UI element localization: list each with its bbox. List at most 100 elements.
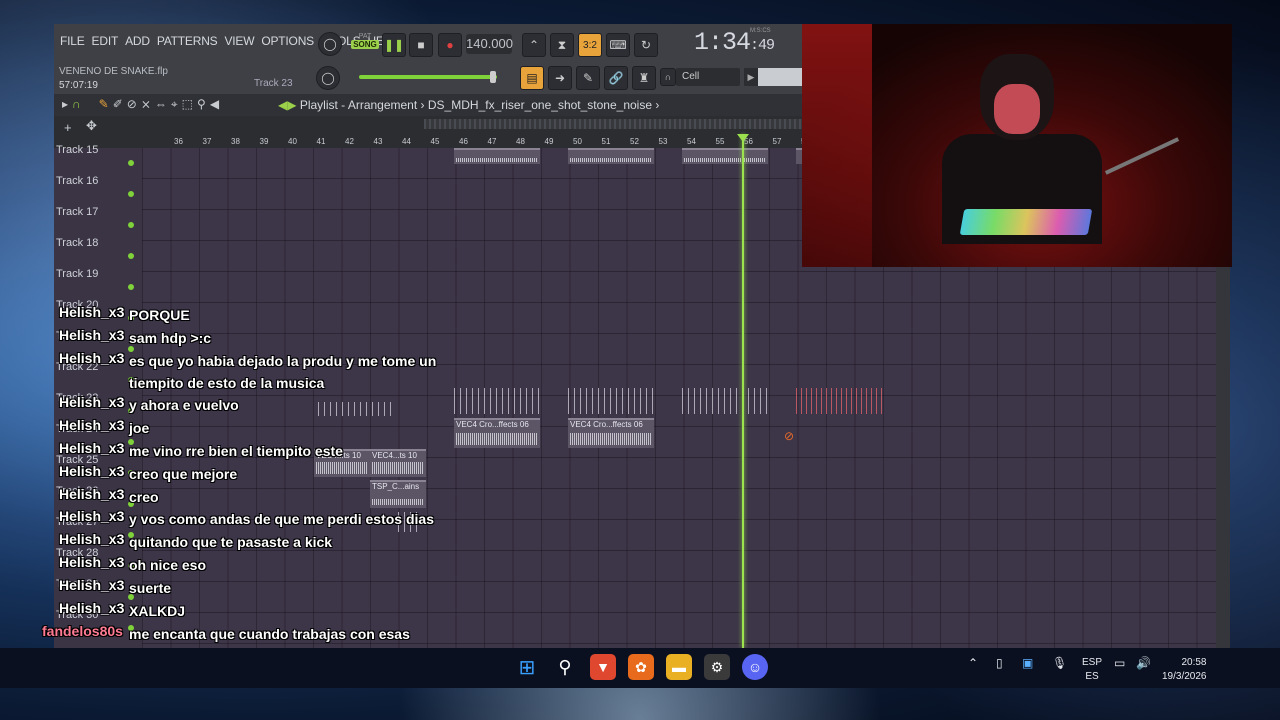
next-arrow-icon[interactable]: ➜	[548, 66, 572, 90]
track-label[interactable]: Track 17	[56, 206, 98, 218]
pause-icon[interactable]: ❚❚	[382, 33, 406, 57]
track-mute-led[interactable]	[128, 501, 134, 507]
track-mute-led[interactable]	[128, 563, 134, 569]
track-label[interactable]: Track 18	[56, 237, 98, 249]
master-volume-knob[interactable]: ◯	[316, 66, 340, 90]
plugin-icon[interactable]: ♜	[632, 66, 656, 90]
clip-riser-1[interactable]	[454, 148, 540, 164]
security-icon[interactable]: ▣	[1022, 656, 1033, 670]
track-label[interactable]: Track 27	[56, 516, 98, 528]
clip-tsp[interactable]: TSP_C...ains	[370, 480, 426, 508]
track-label[interactable]: Track 19	[56, 268, 98, 280]
menu-patterns[interactable]: PATTERNS	[157, 34, 218, 48]
volume-icon[interactable]: 🔊	[1136, 656, 1151, 670]
system-clock[interactable]: 20:58 19/3/2026	[1162, 656, 1207, 684]
pat-song-toggle[interactable]: PAT SONG	[351, 33, 379, 55]
track-mute-led[interactable]	[128, 439, 134, 445]
wait-input-icon[interactable]: ⧗	[550, 33, 574, 57]
playback-tool-icon[interactable]: ◀	[210, 97, 219, 112]
clip-vec-d[interactable]: VEC4...ts 10	[370, 449, 426, 477]
track-mute-led[interactable]	[128, 470, 134, 476]
perc-pattern-4[interactable]	[682, 388, 768, 414]
play-arrow-icon[interactable]: ▸	[62, 97, 68, 112]
track-label[interactable]: Track 28	[56, 547, 98, 559]
stop-icon[interactable]: ■	[409, 33, 433, 57]
perc-pattern-2[interactable]	[454, 388, 540, 414]
typing-keyboard-icon[interactable]: ⌨	[606, 33, 630, 57]
microphone-icon[interactable]: 🎙	[1052, 656, 1067, 670]
select-tool-icon[interactable]: ⬚	[182, 97, 193, 112]
track-label[interactable]: Track 15	[56, 144, 98, 156]
link-icon[interactable]: 🔗	[604, 66, 628, 90]
clip-riser-3[interactable]	[682, 148, 768, 164]
playlist-icon[interactable]: ▤	[520, 66, 544, 90]
track-mute-led[interactable]	[128, 222, 134, 228]
clip-vec-b[interactable]: VEC4 Cro...ffects 06	[568, 418, 654, 448]
perc-pattern-3[interactable]	[568, 388, 654, 414]
delete-tool-icon[interactable]: ⊘	[127, 97, 137, 112]
track-mute-led[interactable]	[128, 594, 134, 600]
track-label[interactable]: Track 26	[56, 485, 98, 497]
volume-slider-handle[interactable]	[490, 71, 496, 83]
snap-dropdown[interactable]: Cell	[676, 68, 740, 86]
track-label[interactable]: Track 20	[56, 299, 98, 311]
loop-record-icon[interactable]: ↻	[634, 33, 658, 57]
track-label[interactable]: Track 24	[56, 423, 98, 435]
track-mute-led[interactable]	[128, 160, 134, 166]
brave-browser-icon[interactable]: ▼	[590, 654, 616, 680]
menu-view[interactable]: VIEW	[224, 34, 254, 48]
slice-tool-icon[interactable]: ⌖	[171, 97, 178, 112]
track-label[interactable]: Track 22	[56, 361, 98, 373]
menu-file[interactable]: FILE	[60, 34, 85, 48]
track-mute-led[interactable]	[128, 284, 134, 290]
fl-studio-icon[interactable]: ✿	[628, 654, 654, 680]
track-mute-led[interactable]	[128, 625, 134, 631]
perc-pattern-small[interactable]	[398, 512, 418, 532]
magnet-icon[interactable]: ∩	[660, 68, 676, 86]
menu-options[interactable]: OPTIONS	[261, 34, 314, 48]
file-explorer-icon[interactable]: ▬	[666, 654, 692, 680]
tempo-display[interactable]: 140.000	[466, 34, 513, 54]
discord-icon[interactable]: ☺	[742, 654, 768, 680]
clip-vec-a[interactable]: VEC4 Cro...ffects 06	[454, 418, 540, 448]
add-icon[interactable]: +	[64, 120, 72, 135]
slip-tool-icon[interactable]: ⇔	[155, 97, 167, 112]
track-mute-led[interactable]	[128, 315, 134, 321]
track-mute-led[interactable]	[128, 532, 134, 538]
track-mute-led[interactable]	[128, 408, 134, 414]
track-label[interactable]: Track 21	[56, 330, 98, 342]
app-icon[interactable]: ⚙	[704, 654, 730, 680]
move-icon[interactable]: ✥	[86, 118, 97, 134]
magnet-snap-icon[interactable]: ∩	[72, 97, 81, 112]
track-mute-led[interactable]	[128, 253, 134, 259]
track-mute-led[interactable]	[128, 346, 134, 352]
metronome-icon[interactable]: ⌃	[522, 33, 546, 57]
clip-vec-c[interactable]: VEC4...ts 10	[314, 449, 370, 477]
search-icon[interactable]: ⚲	[552, 654, 578, 680]
record-icon[interactable]: ●	[438, 33, 462, 57]
start-icon[interactable]: ⊞	[514, 654, 540, 680]
master-volume-slider[interactable]	[359, 75, 497, 79]
track-label[interactable]: Track 29	[56, 578, 98, 590]
language-indicator[interactable]: ESP ES	[1082, 656, 1102, 684]
usb-icon[interactable]: ▯	[996, 656, 1003, 670]
selected-pattern[interactable]: DS_MDH_fx_riser_one_shot_stone_noise	[428, 98, 652, 112]
arrow-right-icon[interactable]: ▶	[744, 68, 758, 86]
tray-overflow-icon[interactable]: ⌃	[968, 656, 978, 670]
pencil-icon[interactable]: ✎	[576, 66, 600, 90]
perc-pattern-1[interactable]	[318, 402, 394, 416]
mute-tool-icon[interactable]: ⨯	[141, 97, 151, 112]
draw-tool-icon[interactable]: ✎	[99, 97, 109, 112]
track-label[interactable]: Track 23	[56, 392, 98, 404]
track-label[interactable]: Track 25	[56, 454, 98, 466]
track-mute-led[interactable]	[128, 377, 134, 383]
playlist-arrow-icon[interactable]: ◀▶	[278, 98, 296, 112]
clip-riser-2[interactable]	[568, 148, 654, 164]
track-label[interactable]: Track 30	[56, 609, 98, 621]
perc-pattern-red[interactable]	[796, 388, 882, 414]
zoom-tool-icon[interactable]: ⚲	[197, 97, 206, 112]
network-icon[interactable]: ▭	[1114, 656, 1125, 670]
master-pitch-knob[interactable]: ◯	[318, 32, 342, 56]
paint-tool-icon[interactable]: ✐	[113, 97, 123, 112]
track-label[interactable]: Track 16	[56, 175, 98, 187]
